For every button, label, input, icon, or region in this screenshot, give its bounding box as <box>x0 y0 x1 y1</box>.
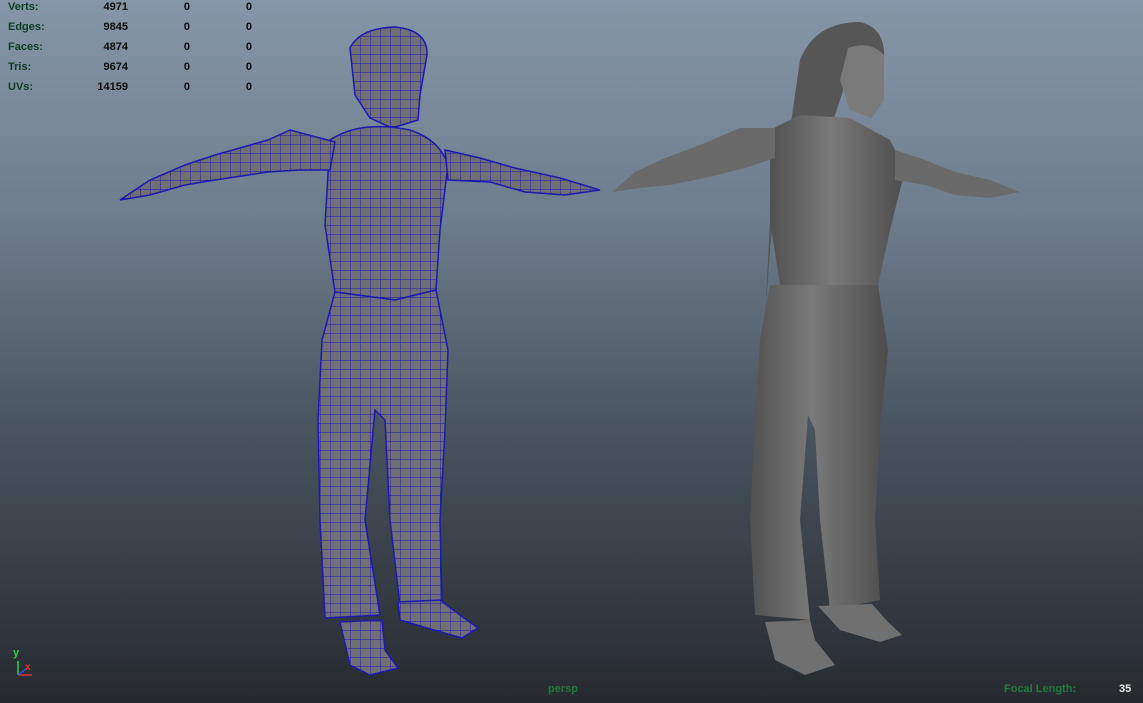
hud-value: 0 <box>245 1 252 13</box>
hud-value: 4971 <box>103 1 128 13</box>
hud-value: 0 <box>245 61 252 73</box>
axis-y-label: y <box>13 647 20 659</box>
hud-value: 14159 <box>97 81 128 93</box>
wireframe-left-foot[interactable] <box>339 619 400 676</box>
hud-label: Edges: <box>8 21 45 33</box>
shaded-torso[interactable] <box>770 115 905 290</box>
axis-gizmo-icon: y x <box>10 645 40 681</box>
shaded-legs[interactable] <box>750 285 888 620</box>
shaded-head[interactable] <box>840 45 884 118</box>
hud-row-tris: Tris: 9674 0 0 <box>6 60 266 80</box>
hud-value: 0 <box>183 21 190 33</box>
wireframe-torso[interactable] <box>324 125 449 301</box>
shaded-left-arm[interactable] <box>612 128 775 192</box>
focal-length-value: 35 <box>1119 683 1132 695</box>
maya-perspective-viewport[interactable]: Verts: 4971 0 0 Edges: 9845 0 0 Faces: 4… <box>0 0 1143 703</box>
hud-label: UVs: <box>8 81 34 93</box>
wireframe-head[interactable] <box>349 26 428 129</box>
axis-x-label: x <box>25 662 31 673</box>
hud-value: 0 <box>183 81 190 93</box>
shaded-right-arm[interactable] <box>895 150 1020 198</box>
hud-row-edges: Edges: 9845 0 0 <box>6 20 266 40</box>
camera-name-label: persp <box>548 683 578 695</box>
hud-value: 0 <box>183 41 190 53</box>
wireframe-legs[interactable] <box>317 289 449 619</box>
hud-row-verts: Verts: 4971 0 0 <box>6 0 266 20</box>
shaded-character-model[interactable] <box>612 22 1020 675</box>
shaded-right-foot[interactable] <box>818 604 902 642</box>
wireframe-right-foot[interactable] <box>397 599 480 639</box>
focal-length-label: Focal Length: <box>1004 683 1077 695</box>
hud-label: Tris: <box>8 61 32 73</box>
wireframe-left-arm[interactable] <box>119 129 336 201</box>
hud-value: 4874 <box>103 41 128 53</box>
wireframe-character-model[interactable] <box>119 26 601 676</box>
hud-value: 0 <box>245 81 252 93</box>
hud-label: Faces: <box>8 41 43 53</box>
hud-row-uvs: UVs: 14159 0 0 <box>6 80 266 100</box>
poly-count-hud: Verts: 4971 0 0 Edges: 9845 0 0 Faces: 4… <box>6 0 266 100</box>
hud-label: Verts: <box>8 1 39 13</box>
wireframe-right-arm[interactable] <box>444 149 601 196</box>
hud-value: 0 <box>245 21 252 33</box>
scene-canvas[interactable] <box>0 0 1143 703</box>
shaded-left-foot[interactable] <box>765 620 835 675</box>
hud-row-faces: Faces: 4874 0 0 <box>6 40 266 60</box>
hud-value: 0 <box>183 61 190 73</box>
hud-value: 0 <box>245 41 252 53</box>
hud-value: 0 <box>183 1 190 13</box>
hud-value: 9845 <box>103 21 128 33</box>
hud-value: 9674 <box>103 61 128 73</box>
